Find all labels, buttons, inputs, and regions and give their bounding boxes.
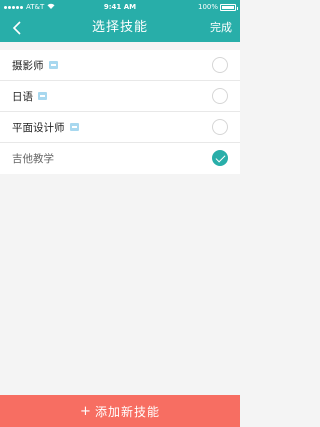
skill-label: 平面设计师 — [12, 121, 65, 134]
page-title: 选择技能 — [91, 20, 148, 35]
nav-bar: 选择技能 完成 — [0, 14, 240, 42]
status-right: 100% — [197, 0, 238, 14]
radio-unchecked-icon[interactable] — [212, 88, 228, 104]
add-skill-button[interactable]: + 添加新技能 — [0, 395, 240, 427]
tag-icon — [38, 92, 47, 100]
add-skill-label: 添加新技能 — [94, 404, 160, 419]
battery-percent: 100% — [197, 3, 218, 11]
list-item[interactable]: 摄影师 — [0, 50, 240, 81]
skill-label: 吉他教学 — [12, 153, 54, 165]
battery-icon — [220, 3, 238, 11]
list-item[interactable]: 吉他教学 — [0, 143, 240, 174]
plus-icon: + — [80, 403, 92, 419]
skill-label: 摄影师 — [12, 59, 44, 72]
skill-select-screen: AT&T 9:41 AM 100% 选择技能 完成 摄影师日语平面设计师吉他教学… — [0, 0, 240, 427]
list-item[interactable]: 日语 — [0, 81, 240, 112]
list-item[interactable]: 平面设计师 — [0, 112, 240, 143]
done-button[interactable]: 完成 — [210, 14, 232, 42]
status-bar: AT&T 9:41 AM 100% — [0, 0, 240, 14]
tag-icon — [69, 123, 79, 131]
radio-unchecked-icon[interactable] — [212, 57, 228, 73]
radio-unchecked-icon[interactable] — [212, 119, 228, 135]
skill-list: 摄影师日语平面设计师吉他教学 — [0, 50, 240, 174]
skill-label: 日语 — [12, 90, 33, 103]
radio-checked-icon[interactable] — [212, 150, 228, 166]
tag-icon — [48, 61, 58, 69]
